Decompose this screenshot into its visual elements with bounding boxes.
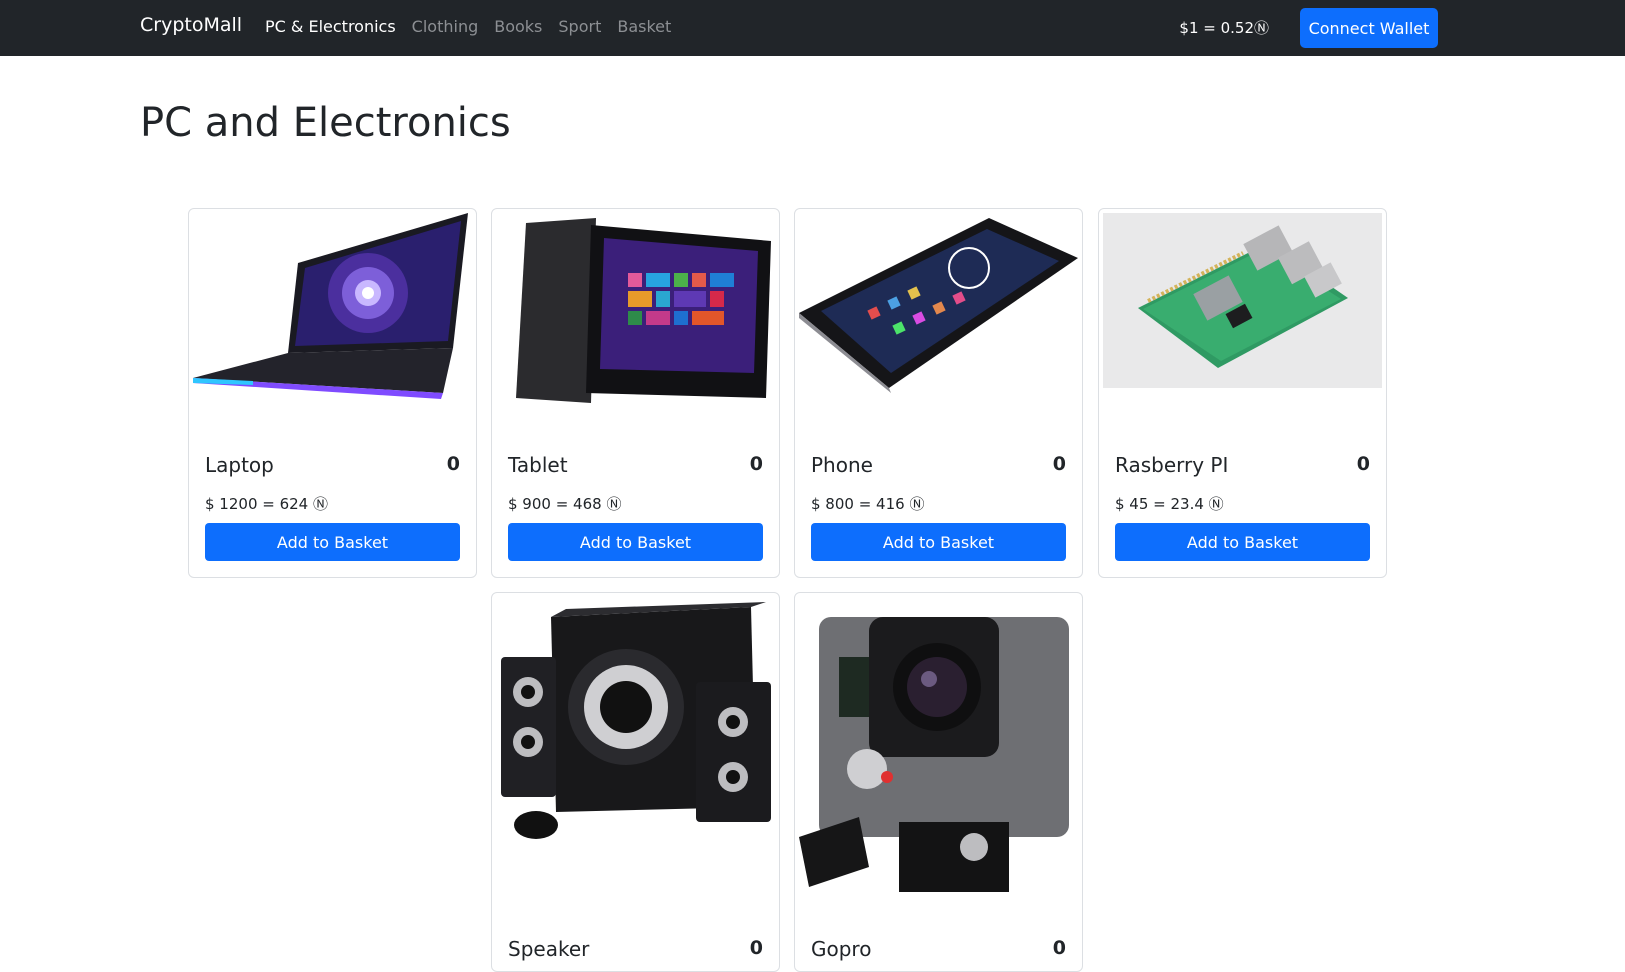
product-price: $ 900 = 468 Ⓝ — [508, 495, 622, 513]
speaker-image — [496, 597, 775, 847]
page-title: PC and Electronics — [140, 100, 511, 146]
product-card-laptop: Laptop 0 $ 1200 = 624 Ⓝ Add to Basket — [188, 208, 477, 578]
product-card-gopro: Gopro 0 — [794, 592, 1083, 972]
product-count: 0 — [446, 453, 460, 475]
product-name: Laptop — [205, 453, 274, 477]
laptop-image — [193, 213, 472, 423]
product-price: $ 800 = 416 Ⓝ — [811, 495, 925, 513]
exchange-rate: $1 = 0.52Ⓝ — [1179, 19, 1269, 37]
nav-link-clothing[interactable]: Clothing — [412, 17, 479, 36]
product-count: 0 — [749, 937, 763, 959]
add-to-basket-button[interactable]: Add to Basket — [1115, 523, 1370, 561]
product-count: 0 — [1052, 937, 1066, 959]
nav-link-pc-electronics[interactable]: PC & Electronics — [265, 17, 396, 36]
top-navbar: CryptoMall PC & Electronics Clothing Boo… — [0, 0, 1625, 56]
add-to-basket-button[interactable]: Add to Basket — [508, 523, 763, 561]
add-to-basket-button[interactable]: Add to Basket — [205, 523, 460, 561]
product-card-phone: Phone 0 $ 800 = 416 Ⓝ Add to Basket — [794, 208, 1083, 578]
product-price: $ 1200 = 624 Ⓝ — [205, 495, 328, 513]
connect-wallet-button[interactable]: Connect Wallet — [1300, 8, 1438, 48]
product-card-tablet: Tablet 0 $ 900 = 468 Ⓝ Add to Basket — [491, 208, 780, 578]
product-price: $ 45 = 23.4 Ⓝ — [1115, 495, 1224, 513]
product-count: 0 — [1356, 453, 1370, 475]
product-name: Rasberry PI — [1115, 453, 1229, 477]
phone-image — [799, 213, 1078, 423]
brand-logo[interactable]: CryptoMall — [140, 14, 242, 36]
product-name: Speaker — [508, 937, 590, 961]
add-to-basket-button[interactable]: Add to Basket — [811, 523, 1066, 561]
product-name: Phone — [811, 453, 873, 477]
product-count: 0 — [749, 453, 763, 475]
product-card-raspberry-pi: Rasberry PI 0 $ 45 = 23.4 Ⓝ Add to Baske… — [1098, 208, 1387, 578]
tablet-image — [496, 213, 775, 423]
nav-link-basket[interactable]: Basket — [617, 17, 671, 36]
nav-link-sport[interactable]: Sport — [558, 17, 601, 36]
product-name: Gopro — [811, 937, 872, 961]
product-card-speaker: Speaker 0 — [491, 592, 780, 972]
nav-links: PC & Electronics Clothing Books Sport Ba… — [265, 17, 671, 36]
raspberry-pi-image — [1103, 213, 1382, 388]
product-count: 0 — [1052, 453, 1066, 475]
gopro-image — [799, 597, 1078, 917]
nav-link-books[interactable]: Books — [494, 17, 542, 36]
product-name: Tablet — [508, 453, 568, 477]
